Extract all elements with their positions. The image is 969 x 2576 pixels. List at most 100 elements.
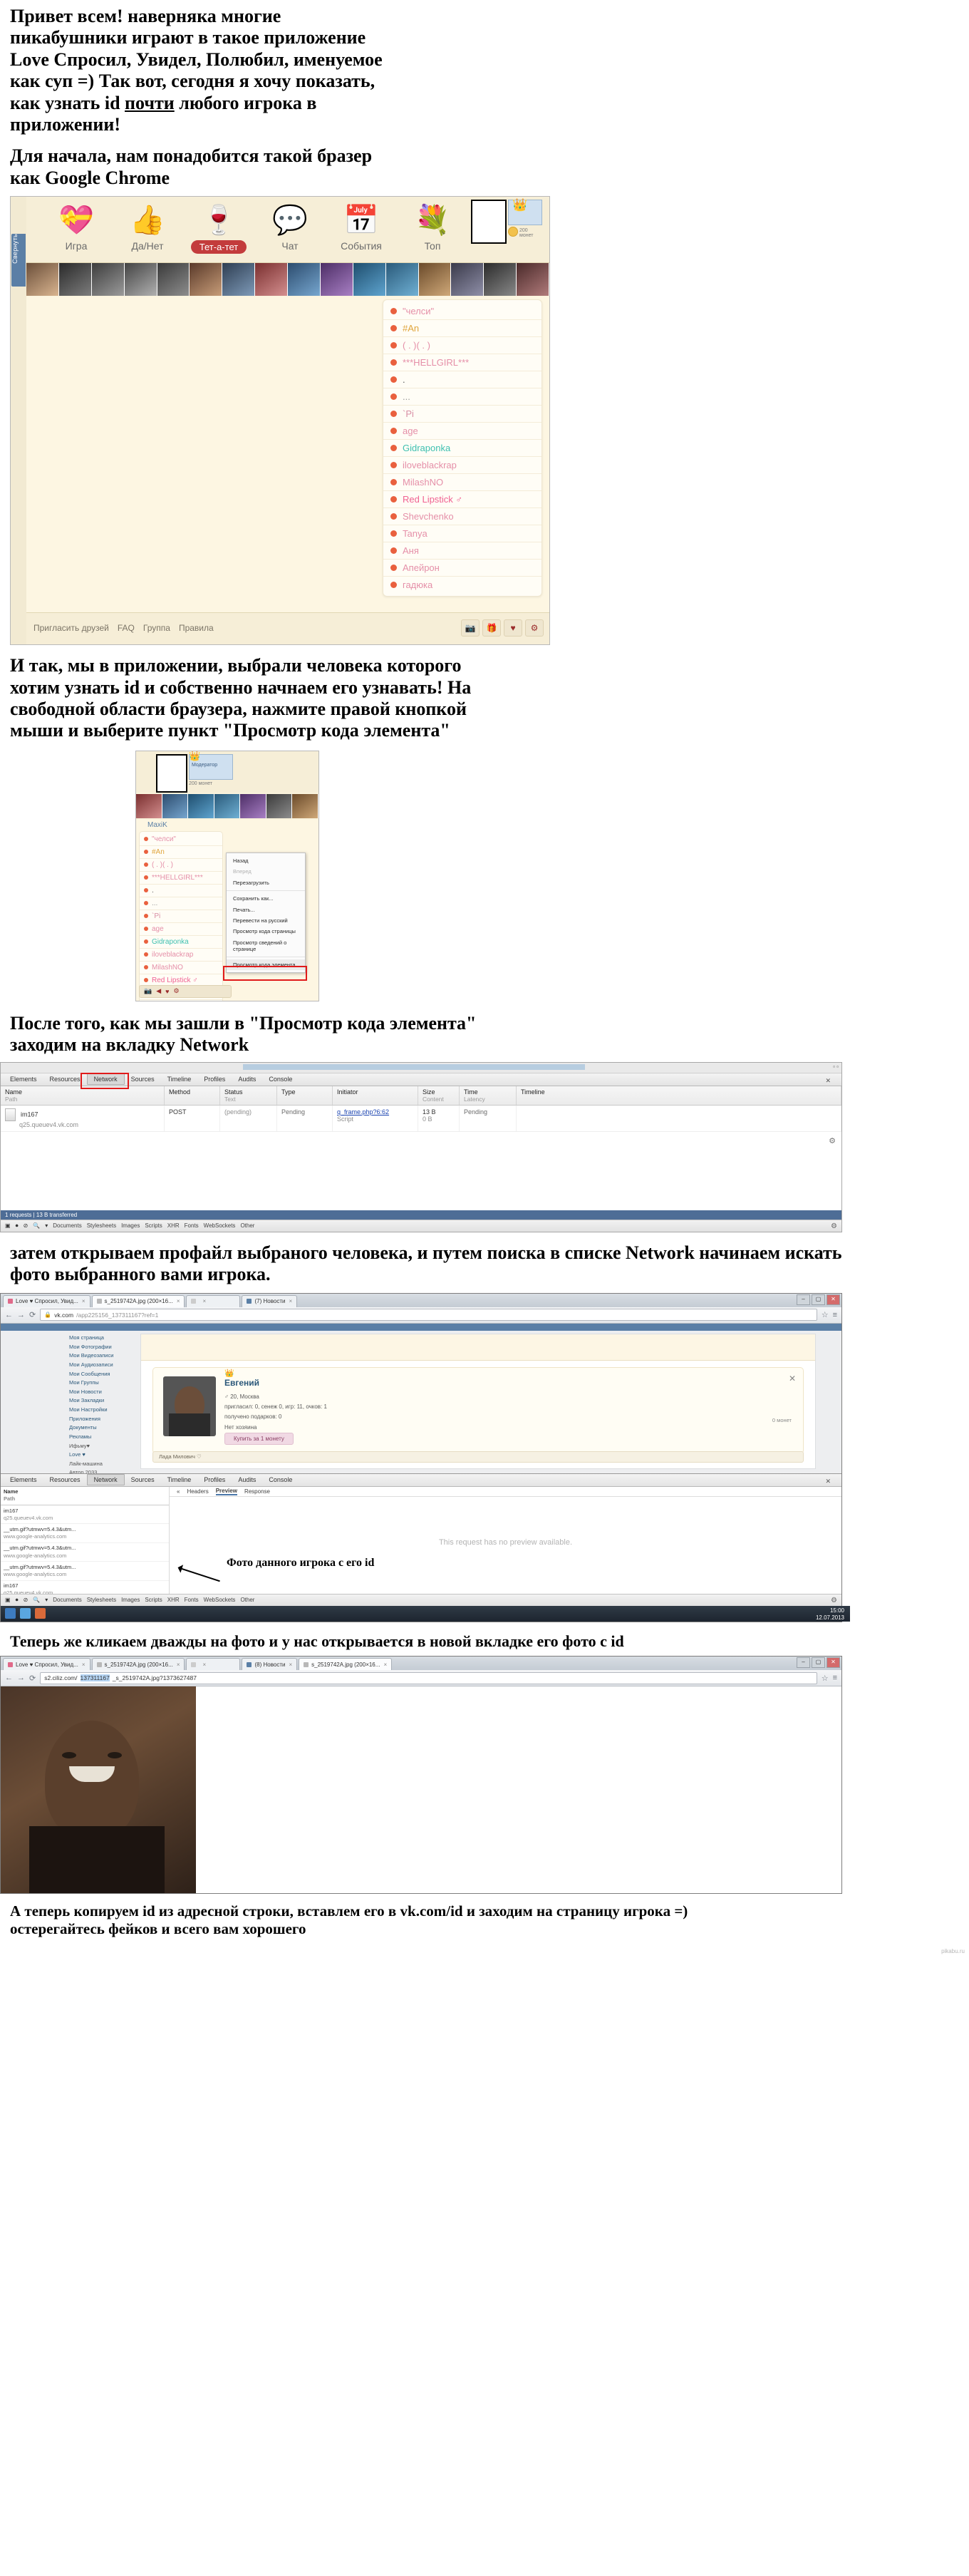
col-timeline[interactable]: Timeline	[517, 1086, 841, 1105]
search-icon[interactable]: 🔍	[33, 1222, 40, 1229]
vk-collapse-tab[interactable]: Свернуть	[11, 234, 26, 287]
browser-tab[interactable]: ×	[186, 1294, 241, 1307]
gear-icon[interactable]: ⚙	[831, 1597, 837, 1604]
back-arrow-icon[interactable]: ←	[5, 1311, 13, 1319]
taskbar-icon[interactable]	[35, 1608, 46, 1619]
vk-menu-item[interactable]: Мои Фотографии	[69, 1342, 130, 1351]
close-tab-icon[interactable]: ×	[177, 1661, 180, 1668]
browser-tab[interactable]: (7) Новости ×	[242, 1294, 298, 1307]
user-list-item[interactable]: .	[140, 885, 222, 897]
final-tabbar[interactable]: Love ♥ Спросил, Увид... × s_2519742A.jpg (…	[1, 1657, 841, 1671]
devtools-tab-elements[interactable]: Elements	[4, 1475, 43, 1485]
network-request-row[interactable]: __utm.gif?utmwv=5.4.3&utm... www.google-a…	[1, 1562, 169, 1581]
network-filter-stylesheets[interactable]: Stylesheets	[87, 1222, 116, 1229]
user-list-item[interactable]: iloveblackrap	[140, 949, 222, 962]
taskbar-icon[interactable]	[20, 1608, 31, 1619]
nav-item-danet[interactable]: 👍 Да/Нет	[113, 202, 182, 252]
search-icon[interactable]: 🔍	[33, 1597, 40, 1603]
photo-thumb[interactable]	[58, 263, 92, 297]
prev-icon[interactable]: ◀	[156, 987, 161, 995]
user-list-item[interactable]: Red Lipstick ♂	[383, 491, 542, 509]
player-full-photo[interactable]	[1, 1686, 196, 1894]
network-filter-stylesheets[interactable]: Stylesheets	[87, 1597, 116, 1603]
devtools2-filter-bar[interactable]: ▣ ⏺ ⊘ 🔍 ▾ Documents Stylesheets Images Scri…	[1, 1593, 841, 1606]
vk-app-menu-item[interactable]: Автор 2033	[69, 1468, 130, 1473]
user-list[interactable]: "челси" #An ( . )( . ) ***HELLGIRL***.... `P…	[383, 299, 542, 597]
user-list-item[interactable]: iloveblackrap	[383, 457, 542, 475]
footer-link[interactable]: Группа	[143, 623, 170, 633]
photo-thumb[interactable]	[26, 263, 59, 297]
footer-link[interactable]: Пригласить друзей	[33, 623, 109, 633]
vk-menu-item[interactable]: Мои Видеозаписи	[69, 1351, 130, 1361]
photo-thumb[interactable]	[214, 793, 241, 818]
close-button[interactable]: ✕	[826, 1294, 840, 1305]
user-list-item[interactable]: #An	[383, 320, 542, 338]
network-request-row[interactable]: im167 q25.queuev4.vk.com	[1, 1505, 169, 1525]
photo-thumb[interactable]	[288, 263, 321, 297]
devtools-tab-console[interactable]: Console	[262, 1475, 299, 1485]
col-method[interactable]: Method	[165, 1086, 220, 1105]
close-tab-icon[interactable]: ×	[202, 1298, 206, 1304]
window-controls[interactable]: – ▢ ✕	[797, 1294, 840, 1305]
filter-icon[interactable]: ▾	[45, 1597, 48, 1603]
buy-button[interactable]: Купить за 1 монету	[224, 1432, 294, 1445]
context-menu-item[interactable]: Назад	[227, 855, 305, 866]
close-tab-icon[interactable]: ×	[82, 1298, 86, 1304]
user-list-item[interactable]: ***HELLGIRL***	[140, 872, 222, 885]
menu-icon[interactable]: ≡	[833, 1311, 837, 1319]
initiator-link[interactable]: q_frame.php?6:62	[337, 1108, 389, 1116]
network-filter-xhr[interactable]: XHR	[167, 1222, 180, 1229]
photo-thumb[interactable]	[451, 263, 484, 297]
vk-menu-item[interactable]: Мои Группы	[69, 1379, 130, 1388]
network-filter-documents[interactable]: Documents	[53, 1222, 81, 1229]
user-list-item[interactable]: "челси"	[383, 303, 542, 321]
network-filter-images[interactable]: Images	[121, 1597, 140, 1603]
devtools-tab-elements[interactable]: Elements	[4, 1074, 43, 1084]
photo-thumb[interactable]	[240, 793, 266, 818]
photo-thumb[interactable]	[190, 263, 223, 297]
minimize-button[interactable]: –	[797, 1294, 810, 1305]
devtools-tab-timeline[interactable]: Timeline	[161, 1475, 198, 1485]
settings-icon[interactable]: ⚙	[525, 619, 544, 637]
network-filter-other[interactable]: Other	[240, 1222, 254, 1229]
user-list-item[interactable]: "челси"	[140, 833, 222, 846]
inspect-icon[interactable]: ▣	[5, 1597, 11, 1603]
context-menu-item[interactable]: Перевести на русский	[227, 915, 305, 926]
photo-thumb[interactable]	[255, 263, 288, 297]
clear-icon[interactable]: ⊘	[24, 1597, 28, 1603]
user-list-item[interactable]: `Pi	[140, 910, 222, 923]
network-filter-websockets[interactable]: WebSockets	[204, 1222, 236, 1229]
back-arrow-icon[interactable]: ←	[5, 1674, 13, 1682]
network-request-list[interactable]: Name Path im167 q25.queuev4.vk.com __utm.gi…	[1, 1486, 170, 1594]
context-menu-item[interactable]: Перезагрузить	[227, 877, 305, 888]
user-list-item[interactable]: ***HELLGIRL***	[383, 354, 542, 372]
footer-links[interactable]: Пригласить друзей FAQ Группа Правила	[33, 623, 222, 633]
vk-menu-item[interactable]: Мои Аудиозаписи	[69, 1360, 130, 1369]
user-list-item[interactable]: Tanya	[140, 1000, 222, 1001]
gear-icon[interactable]: ⚙	[831, 1222, 837, 1230]
minimize-button[interactable]: –	[797, 1657, 810, 1669]
photo-thumb[interactable]	[418, 263, 452, 297]
filter-icon[interactable]: ▾	[45, 1222, 48, 1229]
star-icon[interactable]: ☆	[822, 1674, 829, 1683]
heart-icon[interactable]: ♥	[504, 619, 522, 637]
browser-tab[interactable]: (8) Новости ×	[242, 1658, 298, 1671]
network-filter-fonts[interactable]: Fonts	[185, 1222, 199, 1229]
close-tab-icon[interactable]: ×	[82, 1661, 86, 1668]
record-icon[interactable]: ⏺	[16, 1597, 19, 1604]
browser-tab[interactable]: s_2519742A.jpg (200×16... ×	[299, 1658, 393, 1671]
vk-menu-item[interactable]: Приложения	[69, 1414, 130, 1423]
devtools-tab-audits[interactable]: Audits	[232, 1074, 262, 1084]
forward-arrow-icon[interactable]: →	[17, 1311, 25, 1319]
browser-tab[interactable]: Love ♥ Спросил, Увид... ×	[3, 1658, 90, 1671]
network-filter-scripts[interactable]: Scripts	[145, 1597, 162, 1603]
nav-item-tetatet[interactable]: 🍷 Тет-а-тет	[185, 202, 253, 254]
detail-subtab-response[interactable]: Response	[244, 1488, 270, 1495]
ctx-user-list[interactable]: "челси" #An ( . )( . ) ***HELLGIRL***.... `P…	[139, 830, 223, 1001]
close-tab-icon[interactable]: ×	[289, 1298, 292, 1304]
user-list-item[interactable]: Gidraponka	[140, 936, 222, 949]
devtools-tab-console[interactable]: Console	[262, 1074, 299, 1084]
user-list-item[interactable]: ( . )( . )	[140, 859, 222, 872]
photo-thumb[interactable]	[320, 263, 353, 297]
network-filter-fonts[interactable]: Fonts	[185, 1597, 199, 1603]
